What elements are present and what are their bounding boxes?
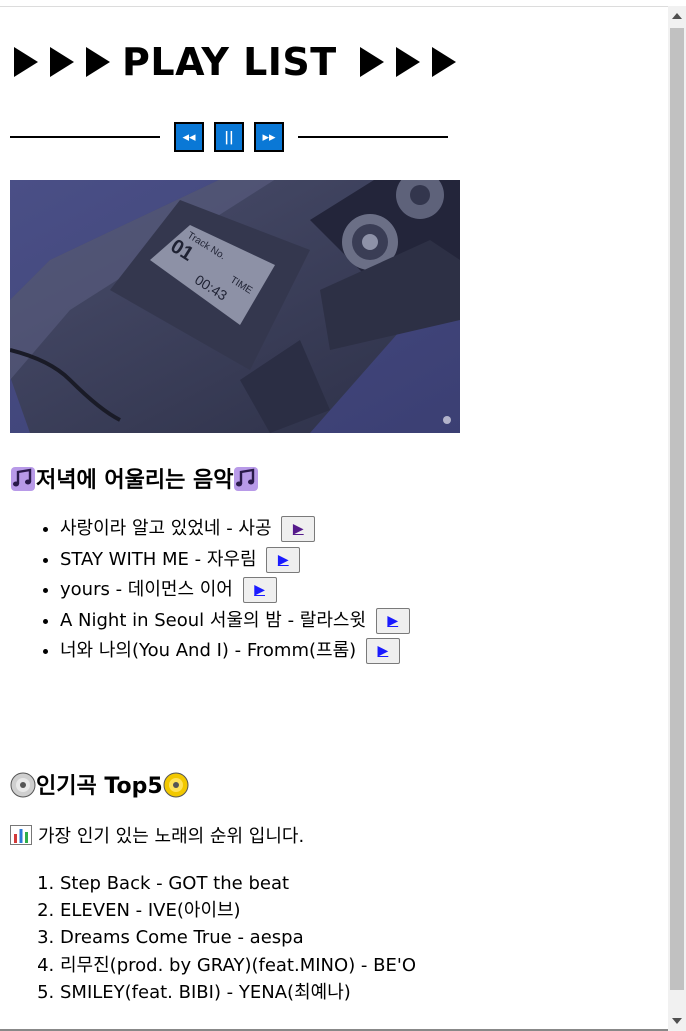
music-notes-icon [10, 466, 36, 492]
section-heading-evening: 저녁에 어울리는 음악 [10, 462, 259, 494]
play-button[interactable]: ▶ [375, 607, 410, 634]
cassette-player-image: Track No. 01 TIME 00:43 [10, 180, 460, 433]
ranking-description-text: 가장 인기 있는 노래의 순위 입니다. [38, 826, 305, 847]
play-triangle-icon [396, 47, 421, 77]
pause-button[interactable]: || [214, 122, 244, 152]
list-item: ELEVEN - IVE(아이브) [60, 897, 416, 924]
play-button[interactable]: ▶ [242, 577, 277, 603]
song-label: STAY WITH ME - 자우림 [60, 548, 257, 570]
evening-song-list: 사랑이라 알고 있었네 - 사공 ▶ STAY WITH ME - 자우림 ▶ … [10, 514, 410, 667]
player-controls: ◂◂ || ▸▸ [10, 120, 448, 154]
section-heading-top5-text: 인기곡 Top5 [36, 774, 163, 799]
scrollbar-thumb[interactable] [670, 28, 684, 990]
scroll-down-arrow-icon[interactable] [672, 1018, 682, 1024]
music-notes-icon [233, 466, 259, 492]
song-label: A Night in Seoul 서울의 밤 - 랄라스윗 [60, 609, 367, 631]
forward-button[interactable]: ▸▸ [254, 122, 284, 152]
pause-icon: || [224, 129, 234, 145]
play-button[interactable]: ▶ [281, 516, 316, 542]
list-item: 사랑이라 알고 있었네 - 사공 ▶ [60, 514, 410, 545]
list-item: SMILEY(feat. BIBI) - YENA(최예나) [60, 979, 416, 1006]
bar-chart-icon [10, 825, 32, 850]
list-item: 너와 나의(You And I) - Fromm(프롬) ▶ [60, 636, 410, 667]
song-label: yours - 데이먼스 이어 [60, 579, 233, 600]
list-item: Dreams Come True - aespa [60, 924, 416, 951]
play-triangle-icon [14, 47, 38, 77]
play-button[interactable]: ▶ [266, 546, 301, 573]
divider-left [10, 136, 160, 138]
dvd-disc-icon [163, 772, 189, 798]
list-item: Step Back - GOT the beat [60, 870, 416, 897]
browser-top-border [0, 6, 668, 7]
list-item: yours - 데이먼스 이어 ▶ [60, 575, 410, 606]
play-triangle-icon [432, 47, 457, 77]
vertical-scrollbar[interactable] [668, 6, 686, 1031]
scroll-up-arrow-icon[interactable] [672, 13, 682, 19]
play-triangle-icon [360, 47, 385, 77]
list-item: 리무진(prod. by GRAY)(feat.MINO) - BE'O [60, 952, 416, 979]
song-label: 사랑이라 알고 있었네 - 사공 [60, 518, 272, 539]
play-triangle-icon [50, 47, 74, 77]
page-title: PLAY LIST [14, 40, 468, 84]
rewind-icon: ◂◂ [182, 129, 196, 145]
play-button[interactable]: ▶ [365, 638, 400, 664]
list-item: A Night in Seoul 서울의 밤 - 랄라스윗 ▶ [60, 606, 410, 637]
ranking-description: 가장 인기 있는 노래의 순위 입니다. [10, 822, 304, 850]
section-heading-evening-text: 저녁에 어울리는 음악 [36, 468, 234, 493]
play-triangle-icon [86, 47, 110, 77]
top5-list: Step Back - GOT the beat ELEVEN - IVE(아이… [10, 870, 416, 1006]
list-item: STAY WITH ME - 자우림 ▶ [60, 545, 410, 576]
fast-forward-icon: ▸▸ [262, 129, 276, 145]
section-heading-top5: 인기곡 Top5 [10, 768, 189, 800]
cd-disc-icon [10, 772, 36, 798]
rewind-button[interactable]: ◂◂ [174, 122, 204, 152]
divider-right [298, 136, 448, 138]
song-label: 너와 나의(You And I) - Fromm(프롬) [60, 640, 357, 661]
page-title-text: PLAY LIST [122, 40, 337, 84]
